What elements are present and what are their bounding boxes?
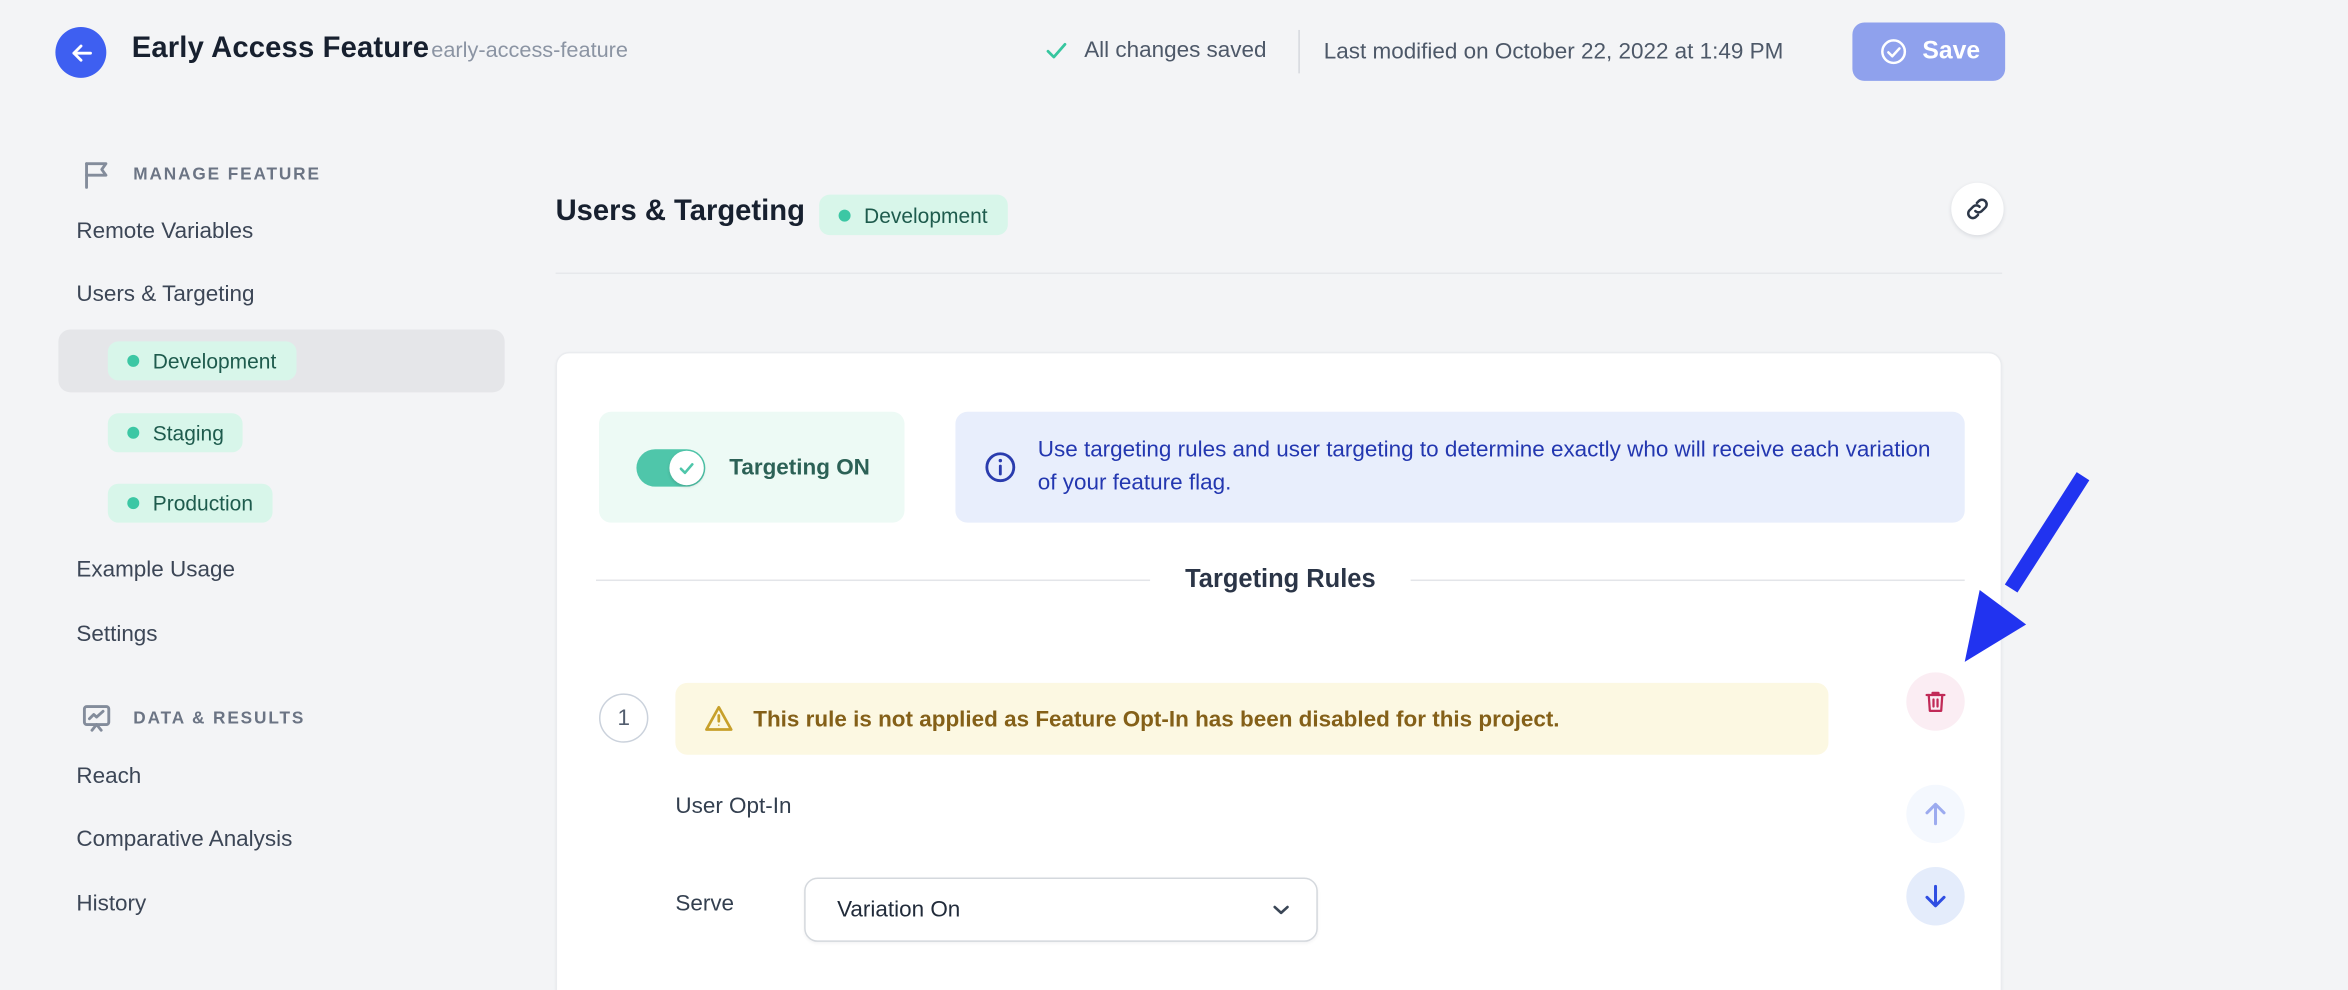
save-status: All changes saved bbox=[1044, 37, 1267, 62]
save-button-label: Save bbox=[1922, 37, 1980, 65]
feature-title: Early Access Feature bbox=[132, 31, 429, 65]
flag-icon bbox=[79, 157, 113, 191]
targeting-card: Targeting ON Use targeting rules and use… bbox=[556, 352, 2003, 990]
sidebar-section-manage-feature: MANAGE FEATURE bbox=[79, 157, 320, 191]
header-divider bbox=[1298, 30, 1299, 73]
info-circle-icon bbox=[982, 449, 1018, 485]
env-label: Production bbox=[153, 491, 253, 515]
move-rule-up-button[interactable] bbox=[1906, 785, 1964, 843]
delete-rule-button[interactable] bbox=[1906, 672, 1964, 730]
sidebar-item-reach[interactable]: Reach bbox=[76, 764, 141, 789]
rules-heading-label: Targeting Rules bbox=[1185, 565, 1375, 595]
sidebar-env-staging[interactable]: Staging bbox=[108, 413, 244, 452]
sidebar-item-example-usage[interactable]: Example Usage bbox=[76, 557, 235, 582]
env-dot-icon bbox=[127, 355, 139, 367]
sidebar-item-remote-variables[interactable]: Remote Variables bbox=[76, 219, 253, 244]
environment-badge-label: Development bbox=[864, 203, 988, 227]
feature-flag-app: Early Access Feature early-access-featur… bbox=[0, 0, 2348, 990]
link-icon bbox=[1963, 195, 1991, 223]
sidebar-item-users-targeting[interactable]: Users & Targeting bbox=[76, 282, 254, 307]
env-label: Development bbox=[153, 349, 277, 373]
rules-heading-line-right bbox=[1410, 579, 1965, 580]
sidebar-env-production[interactable]: Production bbox=[108, 484, 273, 523]
sidebar-item-history[interactable]: History bbox=[76, 891, 146, 916]
save-button[interactable]: Save bbox=[1852, 22, 2005, 80]
serve-dropdown-value: Variation On bbox=[837, 897, 960, 922]
targeting-toggle-container: Targeting ON bbox=[599, 412, 904, 523]
sidebar-section-data-results: DATA & RESULTS bbox=[79, 701, 305, 735]
section-divider bbox=[556, 273, 2003, 274]
arrow-down-icon bbox=[1920, 881, 1951, 912]
check-circle-icon bbox=[1877, 36, 1908, 67]
page-title: Users & Targeting bbox=[556, 195, 805, 229]
arrow-up-icon bbox=[1920, 798, 1951, 829]
environment-badge: Development bbox=[819, 195, 1007, 235]
targeting-rules-heading: Targeting Rules bbox=[596, 565, 1965, 595]
sidebar-section-label: MANAGE FEATURE bbox=[133, 165, 321, 183]
serve-variation-dropdown[interactable]: Variation On bbox=[804, 878, 1318, 942]
move-rule-down-button[interactable] bbox=[1906, 867, 1964, 925]
env-label: Staging bbox=[153, 421, 224, 445]
save-status-text: All changes saved bbox=[1084, 37, 1266, 62]
chevron-down-icon bbox=[1268, 897, 1293, 922]
warning-triangle-icon bbox=[702, 702, 735, 735]
screenshot-viewport: Early Access Feature early-access-featur… bbox=[0, 0, 2348, 990]
env-dot-icon bbox=[127, 497, 139, 509]
rule-warning-text: This rule is not applied as Feature Opt-… bbox=[753, 706, 1559, 731]
targeting-toggle-label: Targeting ON bbox=[729, 454, 870, 479]
sidebar-env-development[interactable]: Development bbox=[108, 341, 296, 380]
arrow-left-icon bbox=[67, 38, 95, 66]
sidebar-item-settings[interactable]: Settings bbox=[76, 621, 157, 646]
permalink-button[interactable] bbox=[1951, 183, 2003, 235]
env-dot-icon bbox=[839, 209, 851, 221]
sidebar-item-comparative-analysis[interactable]: Comparative Analysis bbox=[76, 827, 292, 852]
back-button[interactable] bbox=[55, 27, 106, 78]
targeting-toggle[interactable] bbox=[636, 449, 705, 486]
trash-icon bbox=[1921, 687, 1949, 715]
sidebar-section-label: DATA & RESULTS bbox=[133, 709, 305, 727]
toggle-knob bbox=[669, 450, 703, 484]
presentation-chart-icon bbox=[79, 701, 113, 735]
targeting-info-banner: Use targeting rules and user targeting t… bbox=[955, 412, 1964, 523]
rule-definition-label: User Opt-In bbox=[675, 794, 791, 819]
rule-warning-banner: This rule is not applied as Feature Opt-… bbox=[675, 683, 1828, 755]
check-icon bbox=[1044, 37, 1069, 62]
last-modified-text: Last modified on October 22, 2022 at 1:4… bbox=[1324, 39, 1784, 64]
serve-label: Serve bbox=[675, 891, 734, 916]
rules-heading-line-left bbox=[596, 579, 1151, 580]
feature-slug: early-access-feature bbox=[431, 39, 628, 63]
env-dot-icon bbox=[127, 427, 139, 439]
targeting-info-text: Use targeting rules and user targeting t… bbox=[1038, 434, 1935, 501]
rule-number-badge: 1 bbox=[599, 693, 648, 742]
